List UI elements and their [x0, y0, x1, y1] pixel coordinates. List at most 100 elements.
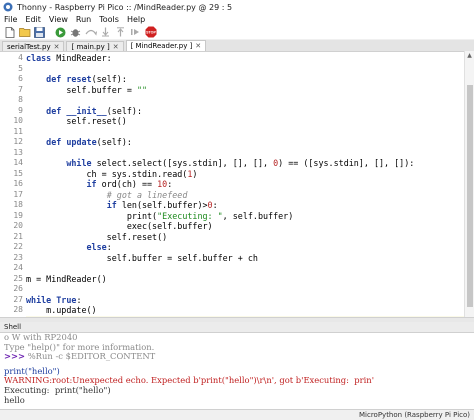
- close-icon[interactable]: ✕: [113, 43, 119, 51]
- code-line: m.update(): [26, 305, 97, 315]
- tab-mindreader[interactable]: [ MindReader.py ] ✕: [125, 40, 207, 51]
- menu-bar: File Edit View Run Tools Help: [0, 14, 474, 25]
- title-bar: Thonny - Raspberry Pi Pico :: /MindReade…: [0, 0, 474, 14]
- step-into-icon: [102, 27, 109, 37]
- line-number: 4: [18, 53, 23, 62]
- tab-label: [ main.py ]: [71, 42, 110, 51]
- line-number: 20: [13, 221, 23, 230]
- shell-line: Executing: print("hello"): [4, 384, 111, 395]
- menu-edit[interactable]: Edit: [21, 15, 45, 24]
- open-folder-icon: [18, 28, 30, 37]
- close-icon[interactable]: ✕: [54, 43, 60, 51]
- step-out-icon: [117, 27, 124, 37]
- run-button[interactable]: [54, 26, 67, 38]
- code-line: m = MindReader(): [26, 273, 107, 284]
- step-out-button[interactable]: [114, 26, 127, 38]
- line-number: 22: [13, 242, 23, 251]
- status-bar: MicroPython (Raspberry Pi Pico): [0, 409, 474, 420]
- debug-icon: [70, 28, 81, 37]
- line-number: 8: [18, 95, 23, 104]
- shell-command-line: >>> %Run -c $EDITOR_CONTENT: [4, 351, 474, 362]
- tab-label: [ MindReader.py ]: [130, 42, 193, 50]
- step-into-button[interactable]: [99, 26, 112, 38]
- line-number: 27: [13, 294, 23, 304]
- toolbar: STOP: [0, 25, 474, 39]
- menu-view[interactable]: View: [45, 15, 72, 24]
- save-file-button[interactable]: [33, 26, 46, 38]
- scroll-up-icon[interactable]: ▲: [465, 51, 474, 60]
- code-line: while True:: [26, 294, 82, 305]
- line-number: 18: [13, 200, 23, 209]
- line-number: 17: [13, 189, 23, 199]
- code-editor[interactable]: 4 5 6 7 8 9 10 11 12 13 14 15 16 17 18 1…: [0, 51, 474, 325]
- menu-tools[interactable]: Tools: [95, 15, 123, 24]
- run-icon: [55, 27, 66, 37]
- editor-vertical-scrollbar[interactable]: ▲: [464, 51, 474, 317]
- menu-help[interactable]: Help: [123, 15, 149, 24]
- menu-run[interactable]: Run: [72, 15, 95, 24]
- window-title: Thonny - Raspberry Pi Pico :: /MindReade…: [17, 2, 233, 12]
- code-line: self.buffer = self.buffer + ch: [26, 252, 258, 263]
- new-file-icon: [5, 26, 14, 38]
- line-number: 16: [13, 179, 23, 188]
- stop-icon-label: STOP: [146, 30, 156, 34]
- shell-prompt: >>>: [4, 351, 26, 362]
- line-number: 11: [13, 126, 23, 136]
- shell-command: %Run -c $EDITOR_CONTENT: [25, 351, 156, 362]
- menu-file[interactable]: File: [0, 15, 21, 24]
- line-number: 23: [13, 252, 23, 262]
- save-icon: [34, 26, 45, 38]
- tab-shell[interactable]: Shell: [4, 323, 21, 331]
- code-area[interactable]: class MindReader: def reset(self): self.…: [26, 52, 474, 317]
- line-number: 26: [13, 284, 23, 293]
- stop-button[interactable]: STOP: [144, 26, 157, 38]
- line-number: 9: [18, 105, 23, 115]
- resume-icon: [131, 29, 139, 35]
- code-line: class MindReader:: [26, 53, 112, 63]
- code-line: if ord(ch) == 10:: [86, 179, 173, 189]
- tab-label: serialTest.py: [7, 42, 51, 51]
- code-line: # got a linefeed: [106, 189, 188, 200]
- line-number: 5: [18, 63, 23, 73]
- code-line: exec(self.buffer): [26, 221, 213, 231]
- code-line: def __init__(self):: [46, 105, 142, 116]
- resume-button[interactable]: [129, 26, 142, 38]
- line-number-gutter: 4 5 6 7 8 9 10 11 12 13 14 15 16 17 18 1…: [0, 52, 26, 325]
- code-line: print("Executing: ", self.buffer): [26, 210, 294, 221]
- open-file-button[interactable]: [18, 26, 31, 38]
- tab-serialtest[interactable]: serialTest.py ✕: [2, 41, 65, 51]
- new-file-button[interactable]: [3, 26, 16, 38]
- scrollbar-thumb[interactable]: [467, 85, 473, 307]
- line-number: 13: [13, 147, 23, 157]
- line-number: 15: [13, 168, 23, 178]
- line-number: 28: [13, 305, 23, 314]
- close-icon[interactable]: ✕: [195, 42, 201, 50]
- code-line: self.buffer = "": [26, 84, 148, 95]
- line-number: 24: [13, 263, 23, 272]
- line-number: 6: [18, 74, 23, 83]
- shell-console[interactable]: o W with RP2040 Type "help()" for more i…: [0, 332, 474, 409]
- code-line: def reset(self):: [46, 74, 127, 84]
- stop-icon: STOP: [145, 26, 156, 38]
- thonny-app-icon: [3, 2, 13, 12]
- tab-main[interactable]: [ main.py ] ✕: [66, 41, 124, 51]
- line-number: 21: [13, 231, 23, 241]
- code-line: while select.select([sys.stdin], [], [],…: [66, 158, 415, 168]
- line-number: 7: [18, 84, 23, 94]
- line-number: 19: [13, 210, 23, 220]
- code-line: def update(self):: [46, 137, 132, 147]
- code-line: self.reset(): [26, 231, 168, 242]
- interpreter-status[interactable]: MicroPython (Raspberry Pi Pico): [359, 411, 470, 419]
- step-over-button[interactable]: [84, 26, 97, 38]
- code-line: if len(self.buffer)>0:: [106, 200, 218, 210]
- line-number: 12: [13, 137, 23, 146]
- code-line: ch = sys.stdin.read(1): [26, 168, 198, 179]
- debug-button[interactable]: [69, 26, 82, 38]
- shell-tab-bar: Shell: [0, 322, 474, 332]
